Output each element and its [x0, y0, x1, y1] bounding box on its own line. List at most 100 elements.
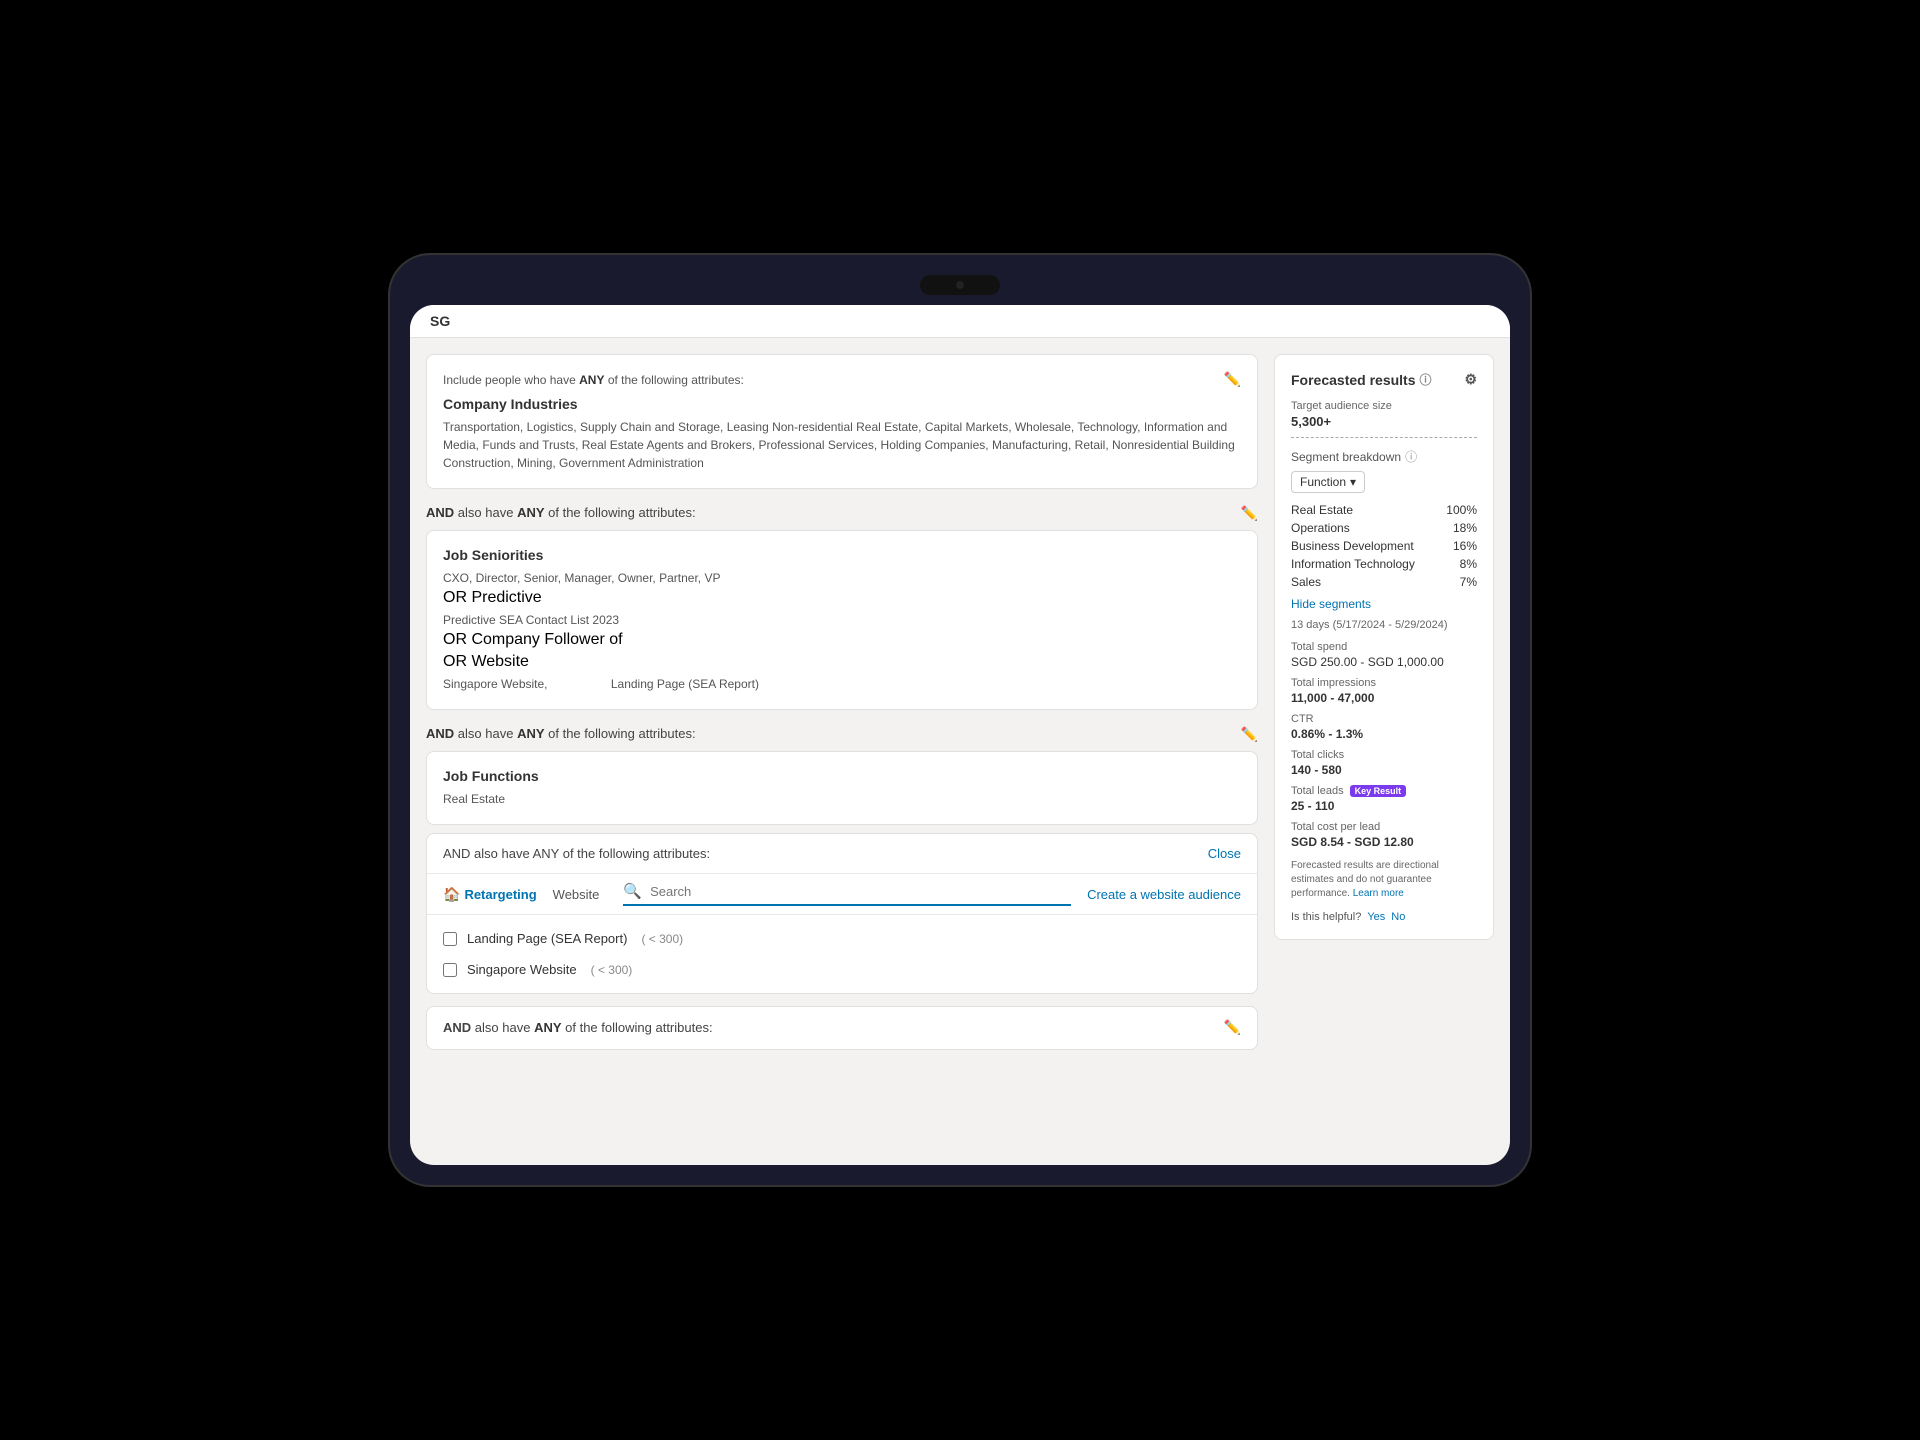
checkbox-singapore-website[interactable] [443, 963, 457, 977]
following-attr-label: of the following attributes: [608, 373, 744, 387]
website-values: Singapore Website, Landing Page (SEA Rep… [443, 675, 1241, 693]
hide-segments-link[interactable]: Hide segments [1291, 597, 1477, 611]
website-value-2: Landing Page (SEA Report) [611, 677, 759, 691]
forecast-card: Forecasted results ⓘ ⚙ Target audience s… [1274, 354, 1494, 940]
sg-logo: SG [430, 313, 450, 329]
left-panel: Include people who have ANY of the follo… [426, 354, 1258, 1050]
edit-icon-3[interactable]: ✏️ [1241, 726, 1258, 743]
segment-breakdown-dropdown[interactable]: Function ▾ [1291, 471, 1365, 493]
right-panel: Forecasted results ⓘ ⚙ Target audience s… [1274, 354, 1494, 940]
or-text-3: OR Website [443, 653, 529, 670]
segment-label-1: Operations [1291, 521, 1350, 535]
segment-pct-1: 18% [1453, 521, 1477, 535]
and-connector-2: AND also have ANY of the following attri… [426, 722, 1258, 747]
or-predictive-connector: OR Predictive [443, 589, 1241, 607]
total-leads-row: Total leads Key Result [1291, 785, 1477, 797]
total-clicks-label: Total clicks [1291, 749, 1477, 761]
chevron-down-icon: ▾ [1350, 475, 1356, 489]
segment-info-icon: ⓘ [1405, 448, 1417, 465]
helpful-row: Is this helpful? Yes No [1291, 911, 1477, 923]
bottom-also-text: also have [475, 1020, 534, 1035]
main-content: Include people who have ANY of the follo… [410, 338, 1510, 1066]
segment-label-4: Sales [1291, 575, 1321, 589]
segment-pct-4: 7% [1460, 575, 1477, 589]
key-result-badge: Key Result [1350, 785, 1407, 797]
segment-dropdown-label: Function [1300, 475, 1346, 489]
section-header: Include people who have ANY of the follo… [443, 371, 1241, 388]
tab-retargeting[interactable]: 🏠 Retargeting [443, 886, 537, 903]
screen: SG Include people who have ANY of the fo… [410, 305, 1510, 1165]
create-website-audience-link[interactable]: Create a website audience [1087, 887, 1241, 902]
learn-more-link[interactable]: Learn more [1353, 888, 1404, 899]
or-text-1: OR Predictive [443, 589, 542, 606]
tab-website[interactable]: Website [553, 887, 600, 902]
segment-row-2: Business Development 16% [1291, 537, 1477, 555]
segment-breakdown-title: Segment breakdown ⓘ [1291, 448, 1477, 465]
total-impressions-label: Total impressions [1291, 677, 1477, 689]
and-text-1: AND [426, 505, 454, 520]
tabs-row: 🏠 Retargeting Website 🔍 Create a website… [427, 874, 1257, 915]
following-attr-text-2: of the following attributes: [548, 505, 695, 520]
total-spend-value: SGD 250.00 - SGD 1,000.00 [1291, 655, 1477, 669]
segment-row-3: Information Technology 8% [1291, 555, 1477, 573]
website-value-1: Singapore Website, [443, 677, 548, 691]
or-website-connector: OR Website [443, 653, 1241, 671]
checkbox-landing-page[interactable] [443, 932, 457, 946]
website-audience-list: Landing Page (SEA Report) ( < 300) Singa… [427, 915, 1257, 993]
gear-icon[interactable]: ⚙ [1464, 371, 1477, 388]
total-leads-value: 25 - 110 [1291, 799, 1477, 813]
predictive-value: Predictive SEA Contact List 2023 [443, 611, 1241, 629]
checkbox-item-2: Singapore Website ( < 300) [427, 954, 1257, 985]
disclaimer: Forecasted results are directional estim… [1291, 859, 1477, 901]
company-industries-section: Include people who have ANY of the follo… [426, 354, 1258, 489]
job-functions-section: Job Functions Real Estate [426, 751, 1258, 825]
checkbox-item-1: Landing Page (SEA Report) ( < 300) [427, 923, 1257, 954]
helpful-text: Is this helpful? [1291, 911, 1361, 923]
total-leads-label: Total leads [1291, 785, 1344, 797]
target-audience-value: 5,300+ [1291, 414, 1477, 438]
segment-label-2: Business Development [1291, 539, 1414, 553]
segment-pct-0: 100% [1446, 503, 1477, 517]
segment-pct-2: 16% [1453, 539, 1477, 553]
any-label-2: ANY [517, 505, 544, 520]
job-functions-title: Job Functions [443, 768, 1241, 784]
job-seniorities-section: Job Seniorities CXO, Director, Senior, M… [426, 530, 1258, 710]
company-industries-title: Company Industries [443, 396, 1241, 412]
header-bar: SG [410, 305, 1510, 338]
search-section-header: AND also have ANY of the following attri… [427, 834, 1257, 874]
segment-pct-3: 8% [1460, 557, 1477, 571]
forecast-title-row: Forecasted results ⓘ ⚙ [1291, 371, 1477, 388]
segment-label-3: Information Technology [1291, 557, 1415, 571]
edit-icon-2[interactable]: ✏️ [1241, 505, 1258, 522]
search-input[interactable] [650, 884, 1071, 899]
bottom-any-label: ANY [534, 1020, 561, 1035]
info-icon: ⓘ [1420, 371, 1432, 388]
bottom-hint: AND also have ANY of the following attri… [426, 1006, 1258, 1050]
helpful-no-button[interactable]: No [1391, 911, 1405, 923]
tab-website-label: Website [553, 887, 600, 902]
job-seniorities-title: Job Seniorities [443, 547, 1241, 563]
edit-icon-1[interactable]: ✏️ [1224, 371, 1241, 388]
ctr-label: CTR [1291, 713, 1477, 725]
search-header-text: AND also have ANY of the following attri… [443, 846, 710, 861]
edit-icon-bottom[interactable]: ✏️ [1224, 1019, 1241, 1036]
or-company-follower-connector: OR Company Follower of [443, 631, 1241, 649]
cost-per-lead-value: SGD 8.54 - SGD 12.80 [1291, 835, 1477, 849]
job-seniorities-values: CXO, Director, Senior, Manager, Owner, P… [443, 569, 1241, 587]
total-spend-label: Total spend [1291, 641, 1477, 653]
include-label: Include people who have [443, 373, 576, 387]
ctr-value: 0.86% - 1.3% [1291, 727, 1477, 741]
also-have-text-2: also have [458, 726, 517, 741]
segment-row-4: Sales 7% [1291, 573, 1477, 591]
any-label-3: ANY [517, 726, 544, 741]
any-label: ANY [579, 373, 604, 387]
home-icon: 🏠 [443, 886, 460, 903]
search-filter-section: AND also have ANY of the following attri… [426, 833, 1258, 994]
helpful-yes-button[interactable]: Yes [1367, 911, 1385, 923]
also-have-text-1: also have [458, 505, 517, 520]
close-button[interactable]: Close [1208, 846, 1241, 861]
segment-label-0: Real Estate [1291, 503, 1353, 517]
date-range: 13 days (5/17/2024 - 5/29/2024) [1291, 619, 1477, 631]
following-attr-text-3: of the following attributes: [548, 726, 695, 741]
search-icon: 🔍 [623, 882, 642, 900]
